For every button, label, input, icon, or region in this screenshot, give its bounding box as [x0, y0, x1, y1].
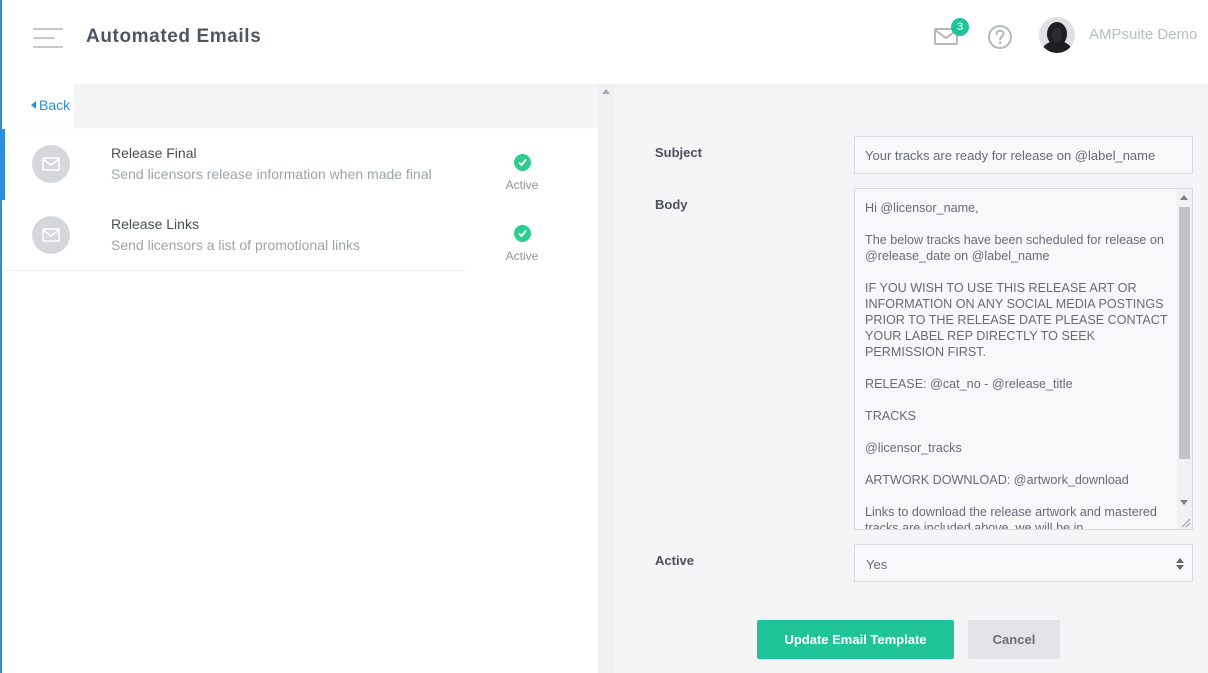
- envelope-icon: [32, 216, 70, 254]
- user-name[interactable]: AMPsuite Demo: [1089, 26, 1197, 43]
- status-label: Active: [505, 249, 539, 263]
- body-label: Body: [655, 197, 688, 212]
- email-editor-panel: Subject Body Hi @licensor_name, The belo…: [615, 84, 1208, 673]
- update-email-template-button[interactable]: Update Email Template: [757, 620, 954, 659]
- check-circle-icon: [514, 225, 531, 242]
- list-item-release-final[interactable]: Release Final Send licensors release inf…: [2, 129, 598, 200]
- item-description: Send licensors release information when …: [111, 166, 432, 182]
- envelope-icon: [32, 145, 70, 183]
- scroll-down-arrow-icon[interactable]: [1180, 500, 1188, 505]
- back-label: Back: [39, 97, 71, 113]
- caret-left-icon: [31, 101, 36, 109]
- body-text[interactable]: Hi @licensor_name, The below tracks have…: [865, 200, 1170, 529]
- body-textarea[interactable]: Hi @licensor_name, The below tracks have…: [854, 188, 1193, 530]
- top-header: Automated Emails 3 AMPsuite Demo: [2, 0, 1208, 84]
- list-toolbar-strip: [74, 84, 598, 128]
- scroll-up-arrow-icon[interactable]: [1180, 195, 1188, 200]
- app-window: Automated Emails 3 AMPsuite Demo Back Re…: [0, 0, 1208, 673]
- email-list-panel: Back Release Final Send licensors releas…: [2, 84, 598, 673]
- item-description: Send licensors a list of promotional lin…: [111, 237, 361, 253]
- list-item-release-links[interactable]: Release Links Send licensors a list of p…: [2, 200, 598, 271]
- scroll-up-arrow-icon[interactable]: [602, 89, 610, 94]
- list-scrollbar[interactable]: [598, 84, 615, 673]
- scroll-thumb[interactable]: [1179, 207, 1190, 459]
- item-title: Release Final: [111, 145, 197, 161]
- active-label: Active: [655, 553, 695, 568]
- avatar[interactable]: [1039, 17, 1075, 53]
- back-link[interactable]: Back: [31, 97, 70, 113]
- page-title: Automated Emails: [86, 26, 262, 47]
- question-circle-icon[interactable]: [987, 24, 1013, 50]
- notification-count-badge: 3: [951, 18, 969, 36]
- select-arrows-icon: [1176, 558, 1184, 570]
- resize-grip-icon[interactable]: [1179, 516, 1191, 528]
- active-select-value: Yes: [866, 557, 888, 572]
- hamburger-menu-icon[interactable]: [33, 28, 63, 48]
- subject-input[interactable]: [854, 136, 1193, 174]
- item-title: Release Links: [111, 216, 199, 232]
- check-circle-icon: [514, 154, 531, 171]
- active-select[interactable]: Yes: [854, 544, 1193, 582]
- status-label: Active: [505, 178, 539, 192]
- cancel-button[interactable]: Cancel: [968, 620, 1060, 659]
- subject-label: Subject: [655, 145, 702, 160]
- textarea-scrollbar[interactable]: [1177, 189, 1192, 529]
- selected-indicator: [2, 129, 5, 200]
